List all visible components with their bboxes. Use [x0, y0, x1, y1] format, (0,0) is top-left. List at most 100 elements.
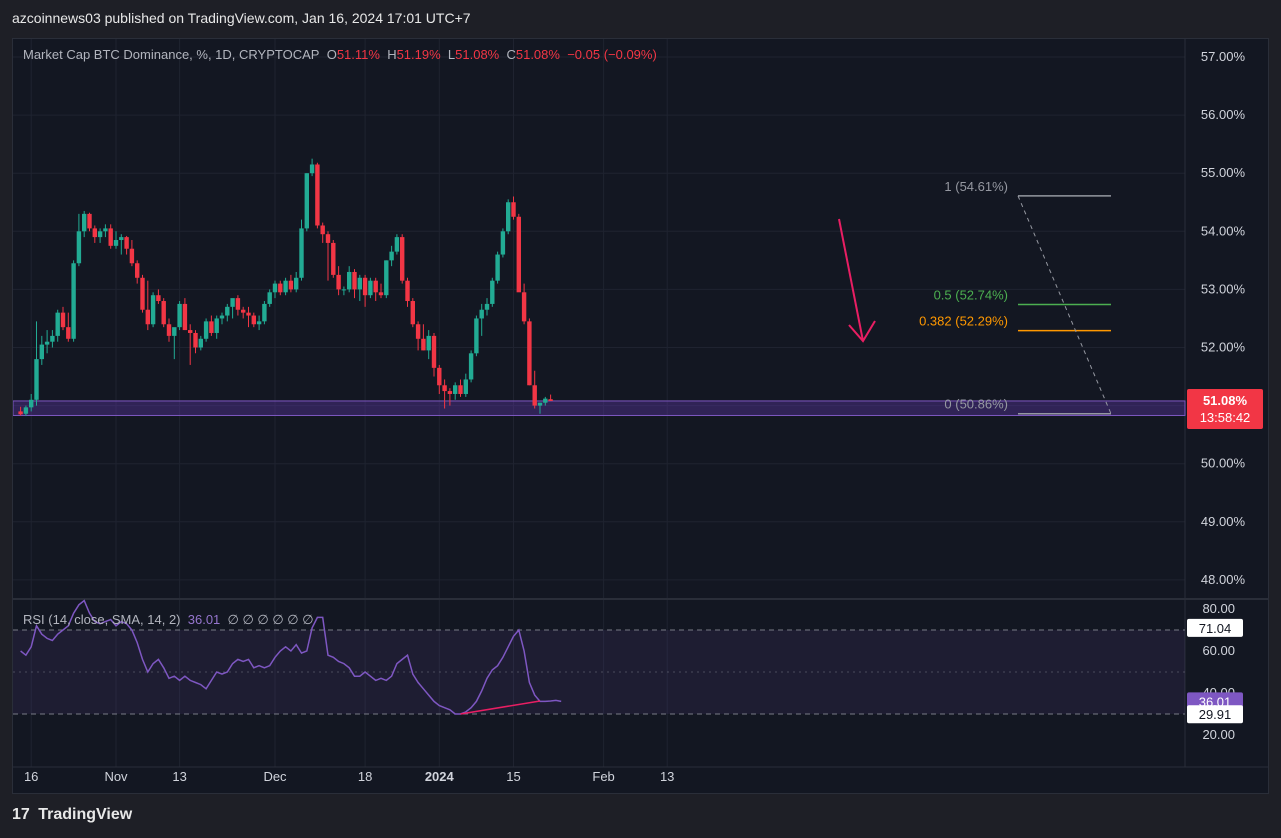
candle-body [172, 327, 177, 336]
candle-body [325, 234, 331, 243]
candle-body [283, 280, 288, 293]
chart-panel[interactable]: 1 (54.61%) 0.5 (52.74%) 0.382 (52.29%) 0 (5… [12, 38, 1269, 794]
candle-body [336, 274, 341, 290]
candle-body [230, 298, 235, 307]
candle-body [193, 332, 198, 348]
brand-name: TradingView [38, 806, 133, 823]
candle-body [108, 228, 113, 246]
candle-body [97, 231, 103, 238]
candle-body [135, 263, 140, 278]
candle-body [182, 303, 188, 331]
candle-body [352, 271, 357, 290]
candle-body [405, 280, 410, 302]
candle-body [453, 385, 458, 394]
rsi-marker-label: 71.04 [1199, 621, 1232, 636]
price-axis-label: 56.00% [1201, 107, 1246, 122]
candle-body [532, 385, 537, 406]
candle-body [331, 242, 336, 275]
time-axis-label: Nov [104, 769, 128, 784]
open-value: 51.11% [336, 47, 380, 62]
time-axis-label: 2024 [425, 769, 455, 784]
candle-body [309, 164, 315, 174]
rsi-axis-label: 20.00 [1202, 727, 1235, 742]
candle-body [241, 309, 246, 313]
candle-body [235, 298, 241, 310]
candle-body [474, 318, 479, 354]
candle-body [431, 335, 437, 368]
candle-body [484, 303, 490, 310]
candle-body [177, 303, 182, 328]
candle-body [463, 379, 468, 394]
candle-body [410, 301, 415, 325]
candle-body [278, 283, 283, 293]
time-axis-label: 13 [172, 769, 186, 784]
time-axis-label: 15 [506, 769, 520, 784]
candle-body [347, 271, 352, 290]
candle-body [516, 216, 521, 293]
countdown-label: 13:58:42 [1200, 410, 1251, 425]
candle-body [87, 213, 92, 229]
candle-body [304, 173, 309, 229]
candle-body [246, 312, 251, 316]
time-axis-label: 13 [660, 769, 674, 784]
price-chart[interactable]: 1 (54.61%) 0.5 (52.74%) 0.382 (52.29%) 0 (5… [13, 39, 1269, 794]
candle-body [267, 292, 272, 304]
candle-body [113, 240, 119, 246]
symbol-title: Market Cap BTC Dominance, %, 1D, CRYPTOC… [23, 47, 320, 62]
candle-body [447, 391, 453, 394]
candle-body [214, 318, 219, 333]
candle-body [341, 289, 347, 291]
candle-body [55, 312, 60, 336]
candle-body [44, 341, 50, 345]
candle-body [34, 359, 39, 400]
candle-body [23, 407, 29, 414]
time-axis-label: 18 [358, 769, 372, 784]
candle-body [150, 295, 156, 325]
rsi-marker-label: 29.91 [1199, 707, 1232, 722]
candle-body [548, 399, 553, 401]
price-axis-label: 54.00% [1201, 223, 1246, 238]
candle-body [219, 315, 225, 319]
footer-brand[interactable]: 17 TradingView [12, 806, 132, 824]
support-zone [13, 400, 1186, 416]
candle-body [82, 213, 87, 232]
candle-body [506, 202, 511, 232]
close-value: 51.08% [515, 47, 560, 62]
candle-body [50, 335, 55, 342]
candle-body [198, 338, 203, 348]
fib-level-label: 0.5 (52.74%) [934, 288, 1008, 303]
candle-body [166, 324, 172, 336]
candle-body [262, 303, 267, 322]
candle-body [294, 277, 299, 290]
time-axis-label: Dec [263, 769, 287, 784]
candle-body [468, 353, 474, 380]
candle-body [76, 231, 82, 264]
candle-body [500, 231, 506, 255]
candle-body [161, 301, 166, 325]
candle-body [495, 254, 500, 281]
candle-body [437, 367, 442, 386]
symbol-legend: Market Cap BTC Dominance, %, 1D, CRYPTOC… [23, 47, 657, 62]
candle-body [521, 292, 527, 322]
candle-body [18, 411, 23, 415]
candle-body [373, 280, 378, 293]
candle-body [537, 402, 543, 406]
candle-body [124, 237, 129, 249]
last-price-label: 51.08% [1203, 393, 1248, 408]
candle-body [92, 228, 97, 238]
rsi-legend: RSI (14, close, SMA, 14, 2) 36.01 ∅ ∅ ∅ … [23, 612, 314, 628]
time-axis-label: Feb [592, 769, 614, 784]
candle-body [29, 399, 34, 408]
low-value: 51.08% [455, 47, 500, 62]
candle-body [60, 312, 66, 328]
change-value: −0.05 (−0.09%) [567, 47, 657, 62]
candle-body [357, 277, 362, 290]
fib-level-label: 0 (50.86%) [944, 397, 1008, 412]
candle-body [272, 283, 278, 293]
candle-body [299, 228, 304, 278]
candle-body [251, 315, 256, 325]
high-value: 51.19% [396, 47, 441, 62]
candle-body [71, 263, 76, 339]
rsi-value: 36.01 [187, 612, 221, 627]
candle-body [188, 330, 193, 333]
